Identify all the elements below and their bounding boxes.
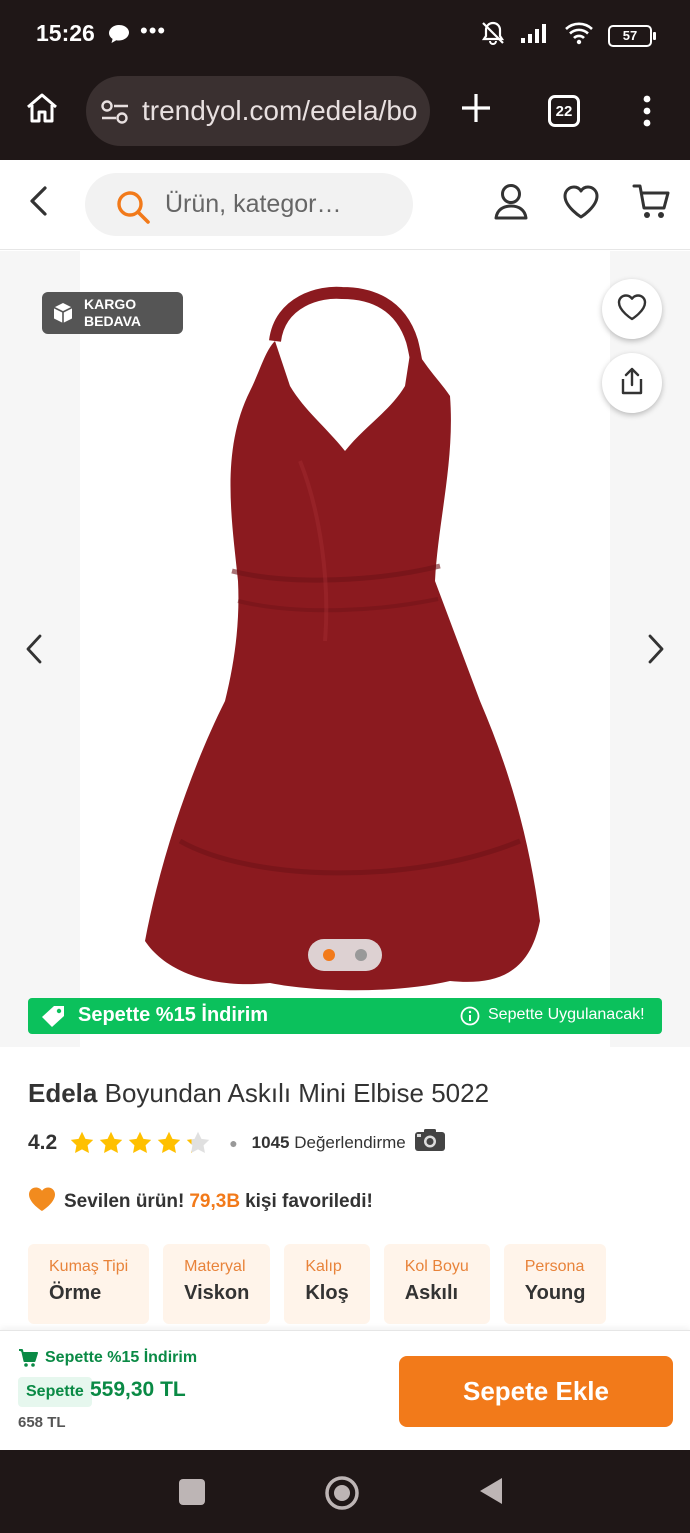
attribute-key: Materyal bbox=[184, 1258, 246, 1275]
original-price: 658 TL bbox=[18, 1414, 66, 1431]
favorites-icon[interactable] bbox=[562, 184, 600, 225]
attribute-key: Persona bbox=[524, 1258, 585, 1275]
buy-bar: Sepette %15 İndirim Sepette 559,30 TL 65… bbox=[0, 1330, 690, 1450]
more-notifications-icon: ••• bbox=[140, 18, 167, 43]
fav-count: 79,3B bbox=[189, 1191, 241, 1212]
search-placeholder: Ürün, kategor… bbox=[165, 190, 342, 218]
attribute-value: Kloş bbox=[305, 1282, 349, 1304]
pager-dot[interactable] bbox=[355, 949, 367, 961]
discounted-price: 559,30 TL bbox=[90, 1378, 186, 1401]
attribute-key: Kumaş Tipi bbox=[49, 1258, 129, 1275]
attribute-key: Kol Boyu bbox=[404, 1258, 469, 1275]
pager-dot-active[interactable] bbox=[323, 949, 335, 961]
url-text: trendyol.com/edela/bo bbox=[142, 95, 418, 126]
tag-icon bbox=[40, 1005, 66, 1032]
rating-value: 4.2 bbox=[28, 1130, 58, 1154]
fav-suffix: kişi favoriledi! bbox=[245, 1191, 373, 1212]
heart-icon bbox=[617, 293, 647, 326]
system-nav-bar bbox=[0, 1450, 690, 1533]
browser-toolbar: trendyol.com/edela/bo 22 bbox=[0, 68, 690, 160]
image-pager[interactable] bbox=[308, 939, 382, 971]
review-label: Değerlendirme bbox=[294, 1132, 406, 1152]
recents-button[interactable] bbox=[179, 1479, 205, 1505]
battery-icon: 57 bbox=[608, 24, 656, 47]
box-icon bbox=[52, 302, 74, 329]
home-button[interactable] bbox=[324, 1475, 360, 1516]
home-icon[interactable] bbox=[24, 90, 60, 131]
tab-switcher-button[interactable]: 22 bbox=[548, 95, 580, 127]
product-name: Boyundan Askılı Mini Elbise 5022 bbox=[104, 1078, 490, 1108]
buy-bar-discount-text: Sepette %15 İndirim bbox=[45, 1349, 198, 1366]
browser-menu-icon[interactable] bbox=[640, 94, 654, 133]
basket-discount-banner: Sepette %15 İndirim Sepette Uygulanacak! bbox=[28, 998, 662, 1034]
address-bar[interactable]: trendyol.com/edela/bo bbox=[86, 76, 430, 146]
search-input[interactable]: Ürün, kategor… bbox=[85, 173, 413, 236]
rating-row: 4.2 ● 1045 Değerlendirme bbox=[28, 1128, 446, 1157]
star-icon bbox=[99, 1131, 123, 1153]
back-icon[interactable] bbox=[26, 184, 52, 223]
attribute-value: Viskon bbox=[184, 1282, 250, 1304]
attribute-chip[interactable]: Kumaş Tipi Örme bbox=[28, 1244, 150, 1324]
attribute-value: Örme bbox=[49, 1282, 102, 1304]
badge-line-1: KARGO bbox=[84, 296, 137, 312]
free-shipping-badge: KARGO BEDAVA bbox=[42, 292, 183, 334]
orange-heart-icon bbox=[28, 1186, 56, 1218]
review-count: 1045 bbox=[251, 1132, 290, 1152]
product-title: Edela Boyundan Askılı Mini Elbise 5022 bbox=[28, 1078, 489, 1109]
status-time: 15:26 bbox=[36, 20, 95, 46]
next-image-icon[interactable] bbox=[644, 633, 666, 670]
status-bar: 15:26 ••• 57 bbox=[0, 0, 690, 68]
attribute-chip[interactable]: Persona Young bbox=[503, 1244, 607, 1324]
back-button[interactable] bbox=[478, 1476, 504, 1511]
star-icon bbox=[157, 1131, 181, 1153]
previous-image-icon[interactable] bbox=[24, 633, 46, 670]
badge-line-2: BEDAVA bbox=[84, 313, 142, 329]
camera-icon[interactable] bbox=[414, 1128, 446, 1157]
site-header: Ürün, kategor… bbox=[0, 160, 690, 250]
signal-icon bbox=[520, 22, 550, 49]
search-icon bbox=[115, 189, 151, 230]
review-count-link[interactable]: 1045 Değerlendirme bbox=[252, 1133, 406, 1153]
discount-label: Sepette %15 İndirim bbox=[78, 1004, 269, 1026]
chat-icon bbox=[108, 24, 130, 49]
popularity-info: Sevilen ürün! 79,3B kişi favoriledi! bbox=[28, 1186, 373, 1218]
cart-small-icon bbox=[19, 1349, 38, 1367]
buy-bar-discount: Sepette %15 İndirim bbox=[18, 1349, 197, 1367]
discount-note: Sepette Uygulanacak! bbox=[488, 1006, 645, 1023]
attribute-value: Askılı bbox=[404, 1282, 459, 1304]
price-label: Sepette bbox=[26, 1383, 84, 1400]
product-image-gallery[interactable]: KARGO BEDAVA Sepette %15 İndirim Sepette… bbox=[0, 251, 690, 1047]
fav-prefix: Sevilen ürün! bbox=[64, 1191, 185, 1212]
brand-name[interactable]: Edela bbox=[28, 1078, 97, 1108]
add-to-favorites-button[interactable] bbox=[602, 279, 662, 339]
wifi-icon bbox=[564, 21, 594, 50]
account-icon[interactable] bbox=[492, 182, 530, 227]
mute-icon bbox=[480, 20, 506, 51]
add-to-cart-button[interactable]: Sepete Ekle bbox=[399, 1356, 673, 1427]
share-button[interactable] bbox=[602, 353, 662, 413]
attribute-key: Kalıp bbox=[305, 1258, 342, 1275]
new-tab-icon[interactable] bbox=[458, 90, 494, 131]
cart-icon[interactable] bbox=[632, 182, 672, 227]
info-icon bbox=[460, 1006, 480, 1031]
price-label-box: Sepette bbox=[18, 1377, 92, 1407]
attribute-value: Young bbox=[524, 1282, 586, 1304]
site-settings-icon[interactable] bbox=[100, 99, 130, 130]
rating-stars bbox=[69, 1130, 211, 1156]
product-image bbox=[145, 286, 540, 991]
star-icon bbox=[186, 1131, 210, 1153]
attribute-chip[interactable]: Kol Boyu Askılı bbox=[383, 1244, 490, 1324]
product-attributes: Kumaş Tipi Örme Materyal Viskon Kalıp Kloş Kol… bbox=[28, 1244, 607, 1324]
star-icon bbox=[128, 1131, 152, 1153]
attribute-chip[interactable]: Kalıp Kloş bbox=[284, 1244, 370, 1324]
attribute-chip[interactable]: Materyal Viskon bbox=[163, 1244, 271, 1324]
share-icon bbox=[618, 366, 646, 401]
star-icon bbox=[70, 1131, 94, 1153]
